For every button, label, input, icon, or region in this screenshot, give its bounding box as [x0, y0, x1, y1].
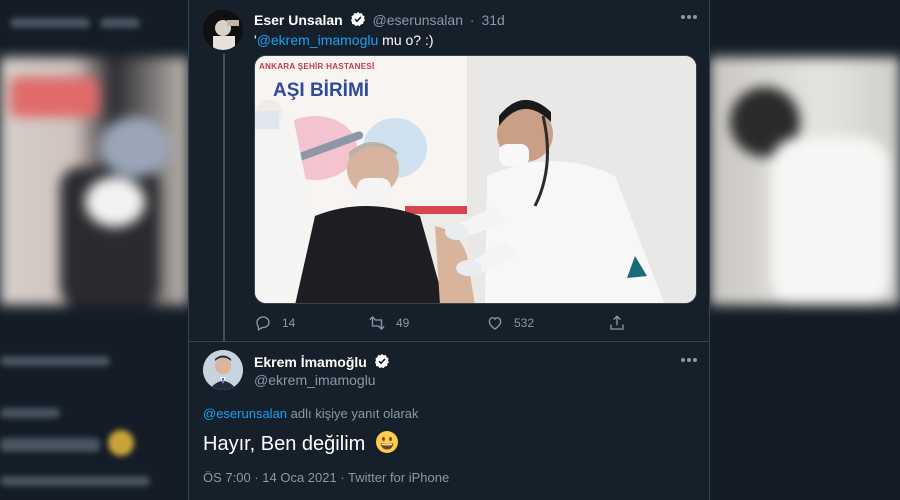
more-options-icon[interactable]: [681, 14, 699, 20]
blurred-text: [0, 356, 110, 366]
author-name[interactable]: Eser Unsalan: [254, 12, 343, 28]
tweet-date[interactable]: 14 Oca 2021: [262, 470, 336, 485]
meta-separator: ·: [250, 470, 263, 485]
blurred-text: [10, 18, 90, 28]
more-options-icon[interactable]: [681, 357, 699, 363]
like-button[interactable]: 532: [486, 314, 534, 332]
sign-title: AŞI BİRİMİ: [273, 80, 370, 101]
retweet-count: 49: [396, 316, 410, 330]
blurred-photo: [0, 57, 188, 305]
meta-separator: ·: [336, 470, 349, 485]
tweet-photo[interactable]: ANKARA ŞEHİR HASTANESİ AŞI BİRİMİ: [254, 55, 697, 304]
author-name[interactable]: Ekrem İmamoğlu: [254, 354, 367, 370]
blurred-background-right: [710, 0, 900, 500]
tweet-time[interactable]: 31d: [481, 12, 504, 28]
retweet-button[interactable]: 49: [368, 314, 409, 332]
like-count: 532: [514, 316, 535, 330]
share-icon: [610, 315, 624, 330]
blurred-text: [100, 18, 140, 28]
thread-connector-line: [223, 54, 225, 342]
grinning-face-emoji: [375, 431, 398, 453]
tweet-thread-column: Eser Unsalan @eserunsalan · 31d '@ekrem_…: [188, 0, 710, 500]
original-tweet[interactable]: Eser Unsalan @eserunsalan · 31d '@ekrem_…: [189, 0, 709, 343]
tweet-header: Ekrem İmamoğlu: [254, 353, 393, 370]
blurred-text: [0, 438, 100, 452]
tweet-divider: [189, 341, 709, 342]
blurred-background-left: [0, 0, 188, 500]
tweet-text: Hayır, Ben değilim: [203, 430, 399, 456]
sign-hospital-name: ANKARA ŞEHİR HASTANESİ: [259, 62, 375, 71]
author-handle[interactable]: @eserunsalan: [373, 12, 464, 28]
blurred-text: [0, 408, 60, 418]
avatar-image: [203, 10, 243, 50]
tweet-meta: ÖS 7:00 · 14 Oca 2021 · Twitter for iPho…: [203, 470, 449, 485]
tweet-actions: 14 49 532: [254, 314, 694, 332]
avatar-image: [203, 350, 243, 390]
retweet-icon: [369, 316, 385, 330]
tweet-header: Eser Unsalan @eserunsalan · 31d: [254, 11, 505, 28]
reply-count: 14: [282, 316, 296, 330]
tweet-source[interactable]: Twitter for iPhone: [348, 470, 449, 485]
tweet-text-rest: mu o? :): [378, 32, 434, 48]
share-button[interactable]: [608, 314, 636, 332]
reply-to-suffix: adlı kişiye yanıt olarak: [287, 406, 419, 421]
verified-badge-icon: [374, 354, 389, 369]
reply-tweet[interactable]: Ekrem İmamoğlu @ekrem_imamoglu @eserunsa…: [189, 343, 709, 500]
tweet-time[interactable]: ÖS 7:00: [203, 470, 251, 485]
reply-icon: [256, 316, 270, 331]
separator-dot: ·: [469, 12, 475, 28]
blurred-emoji: [108, 430, 134, 456]
replying-to: @eserunsalan adlı kişiye yanıt olarak: [203, 406, 419, 421]
blurred-text: [0, 476, 150, 486]
mention-link[interactable]: @ekrem_imamoglu: [257, 32, 379, 48]
tweet-text-body: Hayır, Ben değilim: [203, 433, 366, 455]
avatar[interactable]: [203, 350, 243, 390]
author-handle[interactable]: @ekrem_imamoglu: [254, 372, 376, 388]
avatar[interactable]: [203, 10, 243, 50]
blurred-photo: [710, 57, 900, 305]
heart-icon: [488, 317, 502, 330]
verified-badge-icon: [350, 12, 365, 27]
reply-button[interactable]: 14: [254, 314, 295, 332]
reply-to-mention[interactable]: @eserunsalan: [203, 406, 287, 421]
tweet-text: '@ekrem_imamoglu mu o? :): [254, 32, 434, 48]
